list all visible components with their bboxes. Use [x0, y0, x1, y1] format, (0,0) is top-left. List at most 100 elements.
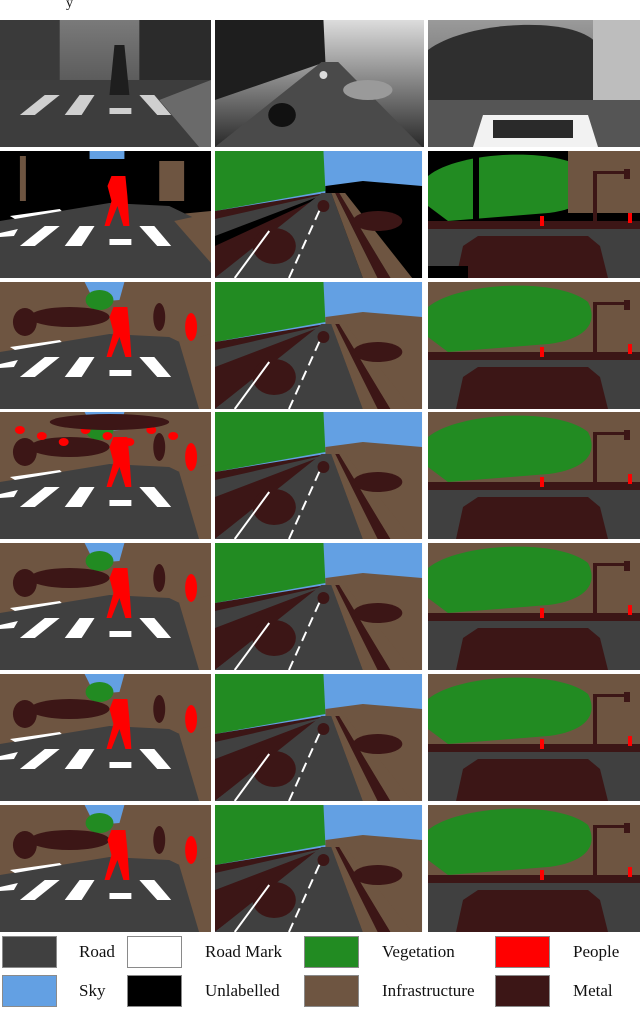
building-left — [0, 20, 60, 80]
segmentation-map — [0, 282, 211, 409]
noise-people-region — [102, 432, 113, 440]
ego-car-hood — [456, 497, 608, 539]
panel-prediction-5-scene-highway — [215, 805, 424, 932]
people-region — [540, 739, 544, 749]
ego-car-hood — [456, 367, 608, 409]
segmentation-map — [428, 412, 640, 539]
vehicle-region — [317, 200, 330, 212]
legend-swatch-unlabelled — [127, 975, 182, 1007]
parked-vehicles — [353, 734, 403, 754]
metal-region — [12, 831, 37, 859]
vegetation-region — [85, 290, 114, 310]
people-region — [185, 443, 198, 471]
panel-ground-truth-scene-crosswalk — [0, 151, 211, 278]
people-region — [628, 474, 632, 484]
metal-region — [29, 307, 110, 327]
ego-car-hood — [456, 759, 608, 801]
people-region — [628, 867, 632, 877]
panel-prediction-4-scene-crosswalk — [0, 674, 211, 801]
legend-swatch-vegetation — [304, 936, 359, 968]
panel-prediction-3-scene-crosswalk — [0, 543, 211, 670]
traffic-light — [624, 169, 630, 179]
panel-prediction-1-scene-highway — [215, 282, 424, 409]
traffic-light — [624, 692, 630, 702]
segmentation-map — [0, 543, 211, 670]
stray-caption-glyph: y — [66, 0, 73, 11]
people-region — [185, 313, 198, 341]
panel-prediction-5-scene-street-car — [428, 805, 640, 932]
people-region — [185, 705, 198, 733]
traffic-light — [624, 823, 630, 833]
parked-vehicles — [353, 603, 403, 623]
traffic-light-pole — [593, 825, 597, 875]
people-region — [540, 608, 544, 618]
panel-prediction-4-scene-street-car — [428, 674, 640, 801]
metal-region — [29, 830, 110, 850]
parked-cars — [428, 482, 640, 490]
vegetation-region — [85, 682, 114, 702]
segmentation-map — [428, 674, 640, 801]
legend-swatch-metal — [495, 975, 550, 1007]
panel-input-scene-street-car — [428, 20, 640, 147]
legend-swatch-people — [495, 936, 550, 968]
parked-vehicles — [353, 865, 403, 885]
segmentation-map — [428, 543, 640, 670]
zebra-stripe — [109, 893, 132, 899]
people-region — [185, 836, 198, 864]
panel-prediction-1-scene-street-car — [428, 282, 640, 409]
people-region — [540, 870, 544, 880]
building-region — [568, 151, 640, 213]
ego-car-hood — [456, 236, 608, 278]
metal-region — [153, 695, 166, 723]
people-region — [540, 216, 544, 226]
segmentation-map — [0, 674, 211, 801]
legend-label-sky: Sky — [79, 981, 106, 1000]
input-photo — [428, 20, 640, 147]
building-right — [139, 20, 211, 80]
vehicle-region — [317, 854, 330, 866]
noise-people-region — [168, 432, 179, 440]
traffic-light-arm — [593, 563, 628, 566]
parked-cars — [428, 744, 640, 752]
traffic-light-pole — [593, 302, 597, 352]
traffic-light — [624, 561, 630, 571]
sky-region — [89, 151, 125, 159]
unlabelled-corner — [428, 266, 468, 278]
segmentation-map — [0, 151, 211, 278]
class-legend: Road Road Mark Vegetation People Sky Unl… — [0, 936, 640, 1008]
tree-trunk — [473, 151, 479, 229]
metal-region — [12, 438, 37, 466]
metal-region — [29, 568, 110, 588]
segmentation-map — [428, 151, 640, 278]
metal-region — [49, 414, 170, 430]
panel-ground-truth-scene-highway — [215, 151, 424, 278]
segmentation-map — [428, 282, 640, 409]
panel-prediction-4-scene-highway — [215, 674, 424, 801]
legend-label-metal: Metal — [573, 981, 613, 1000]
legend-swatch-infrastructure — [304, 975, 359, 1007]
noise-people-region — [58, 438, 69, 446]
legend-label-people: People — [573, 942, 620, 961]
vehicle-region — [317, 723, 330, 735]
input-photo — [0, 20, 211, 147]
metal-region — [153, 826, 166, 854]
rear-window — [493, 120, 573, 138]
segmentation-map — [0, 805, 211, 932]
metal-region — [12, 569, 37, 597]
input-photo — [215, 20, 424, 147]
panel-prediction-1-scene-crosswalk — [0, 282, 211, 409]
traffic-light-arm — [593, 171, 628, 174]
ego-car-hood — [456, 890, 608, 932]
legend-label-infrastructure: Infrastructure — [382, 981, 475, 1000]
noise-people-region — [36, 432, 47, 440]
segmentation-map — [0, 412, 211, 539]
metal-region — [153, 564, 166, 592]
legend-label-unlabelled: Unlabelled — [205, 981, 280, 1000]
traffic-light — [624, 300, 630, 310]
traffic-light-pole — [593, 694, 597, 744]
segmentation-map — [428, 805, 640, 932]
parked-cars — [343, 80, 393, 100]
parked-cars — [428, 875, 640, 883]
parked-cars — [428, 352, 640, 360]
segmentation-map — [215, 543, 423, 670]
